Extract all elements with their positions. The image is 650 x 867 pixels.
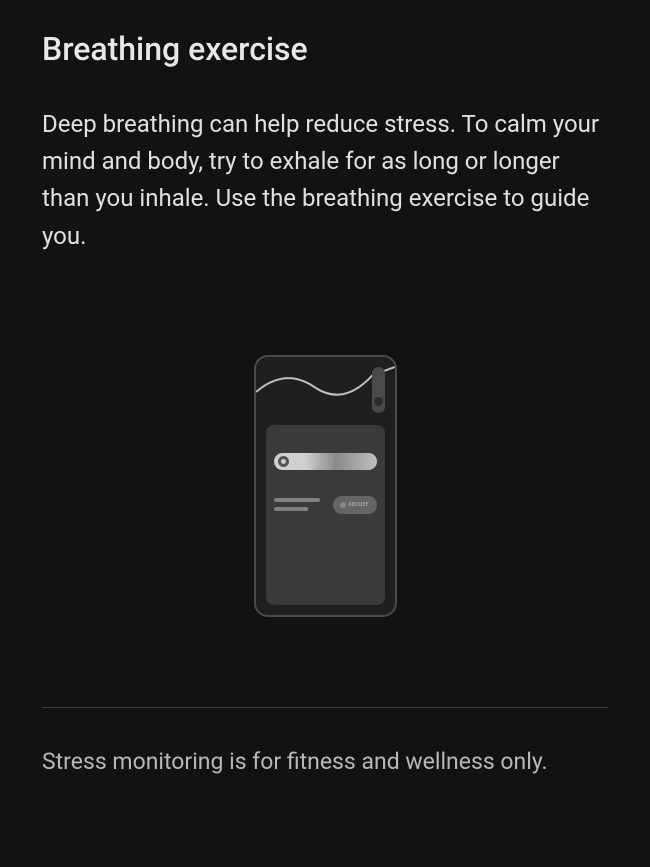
button-mock-label: ABCDEF — [348, 502, 368, 508]
page-title: Breathing exercise — [42, 30, 608, 68]
phone-camera-bar-icon — [372, 367, 385, 413]
text-placeholder-lines — [274, 498, 320, 511]
disclaimer-text: Stress monitoring is for fitness and wel… — [42, 746, 608, 778]
card-row: ABCDEF — [274, 496, 377, 514]
pill-indicator-icon — [278, 456, 289, 467]
phone-card: ABCDEF — [266, 425, 385, 605]
illustration-container: ABCDEF — [42, 355, 608, 617]
page-description: Deep breathing can help reduce stress. T… — [42, 106, 608, 255]
progress-pill — [274, 453, 377, 470]
section-divider — [42, 707, 608, 708]
phone-illustration: ABCDEF — [254, 355, 397, 617]
phone-camera-dot-icon — [374, 397, 383, 406]
action-button-mock: ABCDEF — [333, 496, 377, 514]
button-dot-icon — [340, 502, 346, 508]
